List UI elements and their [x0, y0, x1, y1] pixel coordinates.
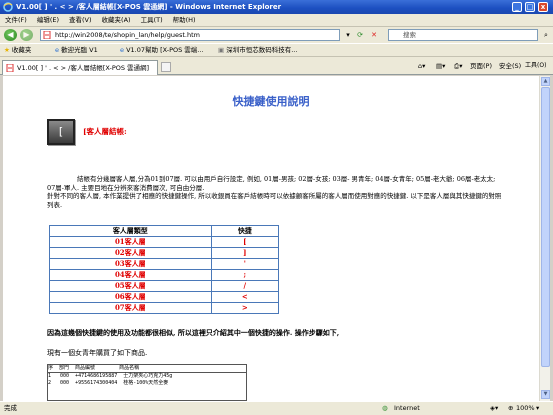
table-row: 03客人層 ' [49, 258, 280, 270]
table-cell: 02客人層 [49, 247, 212, 259]
table-row: 02客人層] [49, 247, 280, 259]
status-text: 完成 [4, 404, 17, 412]
example-note: 現有一個女青年購買了如下商品. [47, 349, 148, 357]
menu-file[interactable]: 文件(F) [0, 14, 32, 27]
feeds-icon[interactable]: ▤▾ [436, 60, 445, 72]
tab-current[interactable]: V1.00[ ] ' . < > /客人層結帳[X-POS 雲通網] [2, 60, 158, 75]
menu-view[interactable]: 查看(V) [64, 14, 97, 27]
receipt-header: 序 部門 商品編號 商品名稱 [48, 365, 246, 373]
ie-logo-icon [3, 2, 13, 12]
zone-label: Internet [394, 404, 420, 412]
favorites-bar: ★ 收藏夹 e 歡迎光臨 V1 e V1.07幫助 [X-POS 雲端... ▣… [0, 43, 553, 57]
tools-menu[interactable]: 工具(O) [525, 60, 546, 72]
stop-icon[interactable]: ✕ [369, 30, 379, 40]
receipt-line: 1 000 +4714686195887 士力架夾心巧克力45g [48, 373, 173, 379]
table-cell: / [210, 280, 280, 292]
address-toolbar: ◀ ▶ http://win2008/te/shopin_lan/help/gu… [0, 27, 553, 43]
table-row: 01客人層[ [49, 236, 280, 248]
page-title: 快捷鍵使用說明 [232, 95, 310, 108]
page-icon: ▣ [218, 46, 225, 54]
table-cell: < [210, 291, 280, 303]
paragraph-1: 結帳有分幾層客人層,分為01到07層. 可以由用戶自行設定, 例如, 01層-男… [47, 175, 496, 192]
dropdown-icon[interactable]: ▾ [343, 30, 353, 40]
table-cell: 06客人層 [49, 291, 212, 303]
table-row: 07客人層 > [49, 302, 280, 314]
ie-page-icon: e [55, 46, 59, 54]
tab-bar: V1.00[ ] ' . < > /客人層結帳[X-POS 雲通網] ⌂▾ ▤▾… [0, 57, 553, 75]
paragraph-2: 針對不同的客人層, 本作業提供了相應的快捷鍵操作, 所以收銀員在客戶結帳時可以依… [47, 192, 502, 209]
ie-page-icon: e [120, 46, 124, 54]
window-title: V1.00[ ] ' . < > /客人層結帳[X-POS 雲通網] - Win… [16, 3, 282, 11]
table-cell: 07客人層 [49, 302, 212, 314]
description: 結帳有分幾層客人層,分為01到07層. 可以由用戶自行設定, 例如, 01層-男… [47, 175, 502, 209]
minimize-button[interactable]: _ [512, 2, 522, 12]
title-bar: V1.00[ ] ' . < > /客人層結帳[X-POS 雲通網] - Win… [0, 0, 553, 14]
home-icon[interactable]: ⌂▾ [418, 60, 425, 72]
vertical-scrollbar[interactable]: ▲ ▼ [539, 76, 550, 401]
status-bar: 完成 ◍ Internet ◈▾ ⊕ 100% ▾ [0, 401, 553, 415]
table-cell: 01客人層 [49, 236, 212, 248]
tab-label: V1.00[ ] ' . < > /客人層結帳[X-POS 雲通網] [17, 64, 150, 72]
instruction-note: 因為這幾個快捷鍵的使用及功能都很相似, 所以這裡只介紹其中一個快捷的操作. 操作… [47, 328, 340, 337]
table-row: 04客人層; [49, 269, 280, 281]
table-cell: 03客人層 [49, 258, 212, 270]
maximize-button[interactable]: □ [525, 2, 535, 12]
address-url: http://win2008/te/shopin_lan/help/guest.… [55, 31, 200, 39]
table-cell: ] [210, 247, 280, 259]
zoom-dropdown-icon[interactable]: ▾ [536, 402, 539, 415]
favorites-button[interactable]: ★ 收藏夹 [4, 44, 31, 57]
zoom-level[interactable]: 100% [516, 402, 535, 415]
forward-button[interactable]: ▶ [20, 29, 33, 41]
close-button[interactable]: x [538, 2, 548, 12]
table-cell: ; [210, 269, 280, 281]
refresh-icon[interactable]: ⟳ [355, 30, 365, 40]
address-field[interactable]: http://win2008/te/shopin_lan/help/guest.… [40, 29, 340, 41]
new-tab-button[interactable] [161, 62, 171, 72]
menu-help[interactable]: 帮助(H) [168, 14, 201, 27]
page-menu[interactable]: 页面(P) [470, 60, 492, 72]
column-header: 快捷 [210, 225, 280, 237]
scroll-thumb[interactable] [541, 87, 550, 367]
table-cell: > [210, 302, 280, 314]
table-header-row: 客人層類型 快捷 [49, 225, 280, 237]
search-input[interactable]: 搜索 [388, 29, 538, 41]
star-icon: ★ [4, 46, 10, 54]
safety-menu[interactable]: 安全(S) [499, 60, 521, 72]
search-icon[interactable]: ⌕ [541, 30, 551, 40]
zoom-icon: ⊕ [508, 404, 514, 412]
protected-mode-icon[interactable]: ◈▾ [490, 402, 498, 415]
scroll-down-icon[interactable]: ▼ [541, 390, 550, 399]
globe-icon: ◍ [382, 404, 388, 412]
shortcut-table: 客人層類型 快捷 01客人層[ 02客人層] 03客人層 ' 04客人層; 05客… [49, 225, 280, 314]
menu-favorites[interactable]: 收藏夹(A) [97, 14, 136, 27]
favorite-item-3[interactable]: ▣ 深圳市恒芯数码科技有... [218, 44, 297, 57]
key-bracket-icon: [ [47, 119, 75, 145]
table-cell: 05客人層 [49, 280, 212, 292]
scroll-up-icon[interactable]: ▲ [541, 77, 550, 86]
menu-tools[interactable]: 工具(T) [136, 14, 168, 27]
favorite-item-1[interactable]: e 歡迎光臨 V1 [55, 44, 98, 57]
favorite-item-2[interactable]: e V1.07幫助 [X-POS 雲端... [120, 44, 204, 57]
receipt-screenshot: 序 部門 商品編號 商品名稱 1 000 +4714686195887 士力架夾… [47, 364, 247, 401]
column-header: 客人層類型 [49, 225, 212, 237]
page-content: 快捷鍵使用說明 [ [客人層結帳: 結帳有分幾層客人層,分為01到07層. 可以… [3, 76, 539, 401]
search-placeholder: 搜索 [403, 31, 416, 39]
table-row: 05客人層 / [49, 280, 280, 292]
table-cell: 04客人層 [49, 269, 212, 281]
page-icon [43, 31, 51, 39]
table-cell: ' [210, 258, 280, 270]
menu-bar: 文件(F) 编辑(E) 查看(V) 收藏夹(A) 工具(T) 帮助(H) [0, 14, 553, 27]
menu-edit[interactable]: 编辑(E) [32, 14, 64, 27]
table-cell: [ [210, 236, 280, 248]
page-icon [6, 64, 14, 72]
back-button[interactable]: ◀ [4, 29, 17, 41]
table-row: 06客人層 < [49, 291, 280, 303]
section-title: [客人層結帳: [83, 127, 127, 136]
print-icon[interactable]: ⎙▾ [454, 60, 462, 72]
receipt-line: 2 000 +9556174300404 桂格-100%天然全麥 [48, 380, 169, 386]
